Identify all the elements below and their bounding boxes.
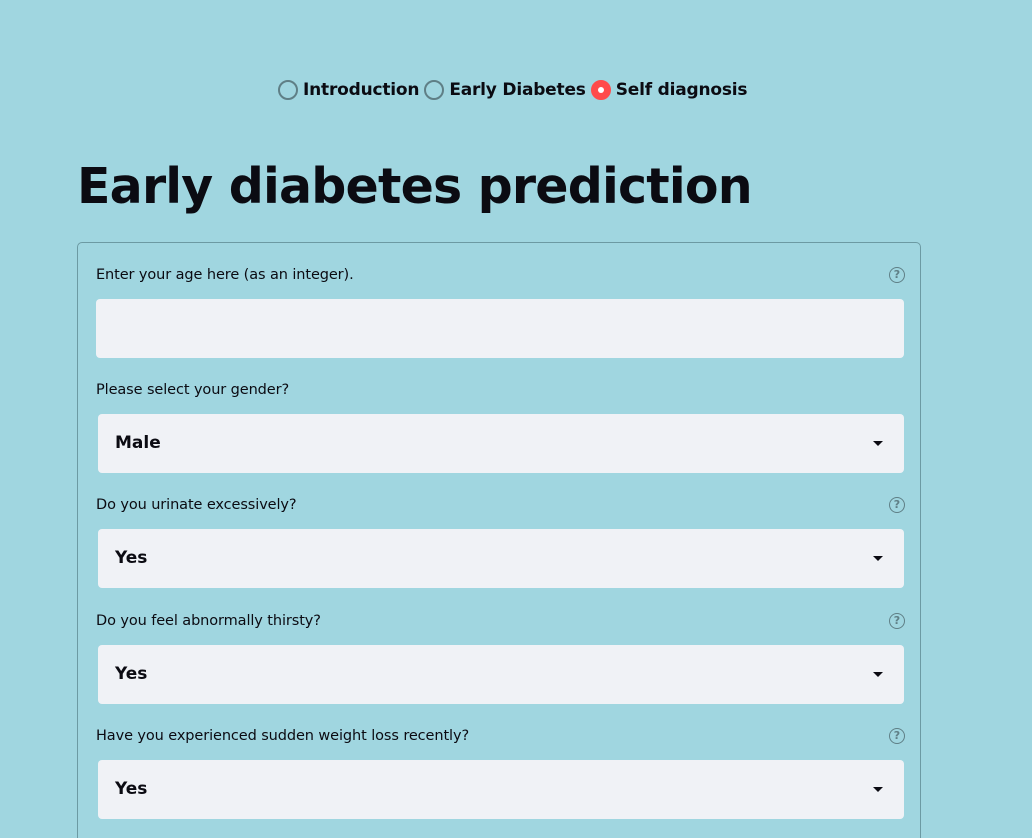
gender-selected-value: Male	[115, 433, 161, 453]
nav-option-early-diabetes[interactable]: Early Diabetes	[424, 80, 586, 100]
polyuria-label: Do you urinate excessively?	[96, 497, 297, 513]
radio-unchecked-icon[interactable]	[424, 80, 445, 100]
polyuria-selected-value: Yes	[115, 548, 148, 568]
radio-checked-icon[interactable]	[590, 80, 611, 100]
question-circle-icon[interactable]: ?	[889, 613, 905, 629]
page-title: Early diabetes prediction	[77, 158, 753, 215]
nav-option-self-diagnosis[interactable]: Self diagnosis	[590, 80, 748, 100]
gender-select[interactable]: Male	[98, 414, 904, 473]
weight-loss-select[interactable]: Yes	[98, 760, 904, 819]
question-circle-icon[interactable]: ?	[889, 497, 905, 513]
weight-loss-field: Have you experienced sudden weight loss …	[96, 726, 905, 819]
caret-down-icon	[873, 672, 883, 677]
age-input[interactable]	[96, 299, 904, 358]
polydipsia-field: Do you feel abnormally thirsty? ? Yes	[96, 611, 905, 704]
question-circle-icon[interactable]: ?	[889, 267, 905, 283]
gender-field: Please select your gender? Male	[96, 380, 905, 473]
nav-option-label: Self diagnosis	[615, 80, 748, 100]
radio-unchecked-icon[interactable]	[278, 80, 298, 100]
age-field: Enter your age here (as an integer). ?	[96, 265, 905, 358]
age-label: Enter your age here (as an integer).	[96, 267, 354, 283]
weight-loss-label: Have you experienced sudden weight loss …	[96, 728, 470, 744]
polyuria-select[interactable]: Yes	[98, 529, 904, 588]
nav-option-label: Early Diabetes	[449, 80, 586, 100]
diagnosis-form: Enter your age here (as an integer). ? P…	[77, 242, 921, 838]
polyuria-field: Do you urinate excessively? ? Yes	[96, 495, 905, 588]
polydipsia-selected-value: Yes	[115, 664, 148, 684]
caret-down-icon	[873, 556, 883, 561]
nav-option-introduction[interactable]: Introduction	[278, 80, 420, 100]
polydipsia-select[interactable]: Yes	[98, 645, 904, 704]
gender-label: Please select your gender?	[96, 382, 290, 398]
caret-down-icon	[873, 787, 883, 792]
page: Introduction Early Diabetes Self diagnos…	[0, 0, 1032, 838]
caret-down-icon	[873, 441, 883, 446]
question-circle-icon[interactable]: ?	[889, 728, 905, 744]
nav-option-label: Introduction	[303, 80, 420, 100]
weight-loss-selected-value: Yes	[115, 779, 148, 799]
polydipsia-label: Do you feel abnormally thirsty?	[96, 613, 321, 629]
page-navigation: Introduction Early Diabetes Self diagnos…	[278, 77, 752, 103]
